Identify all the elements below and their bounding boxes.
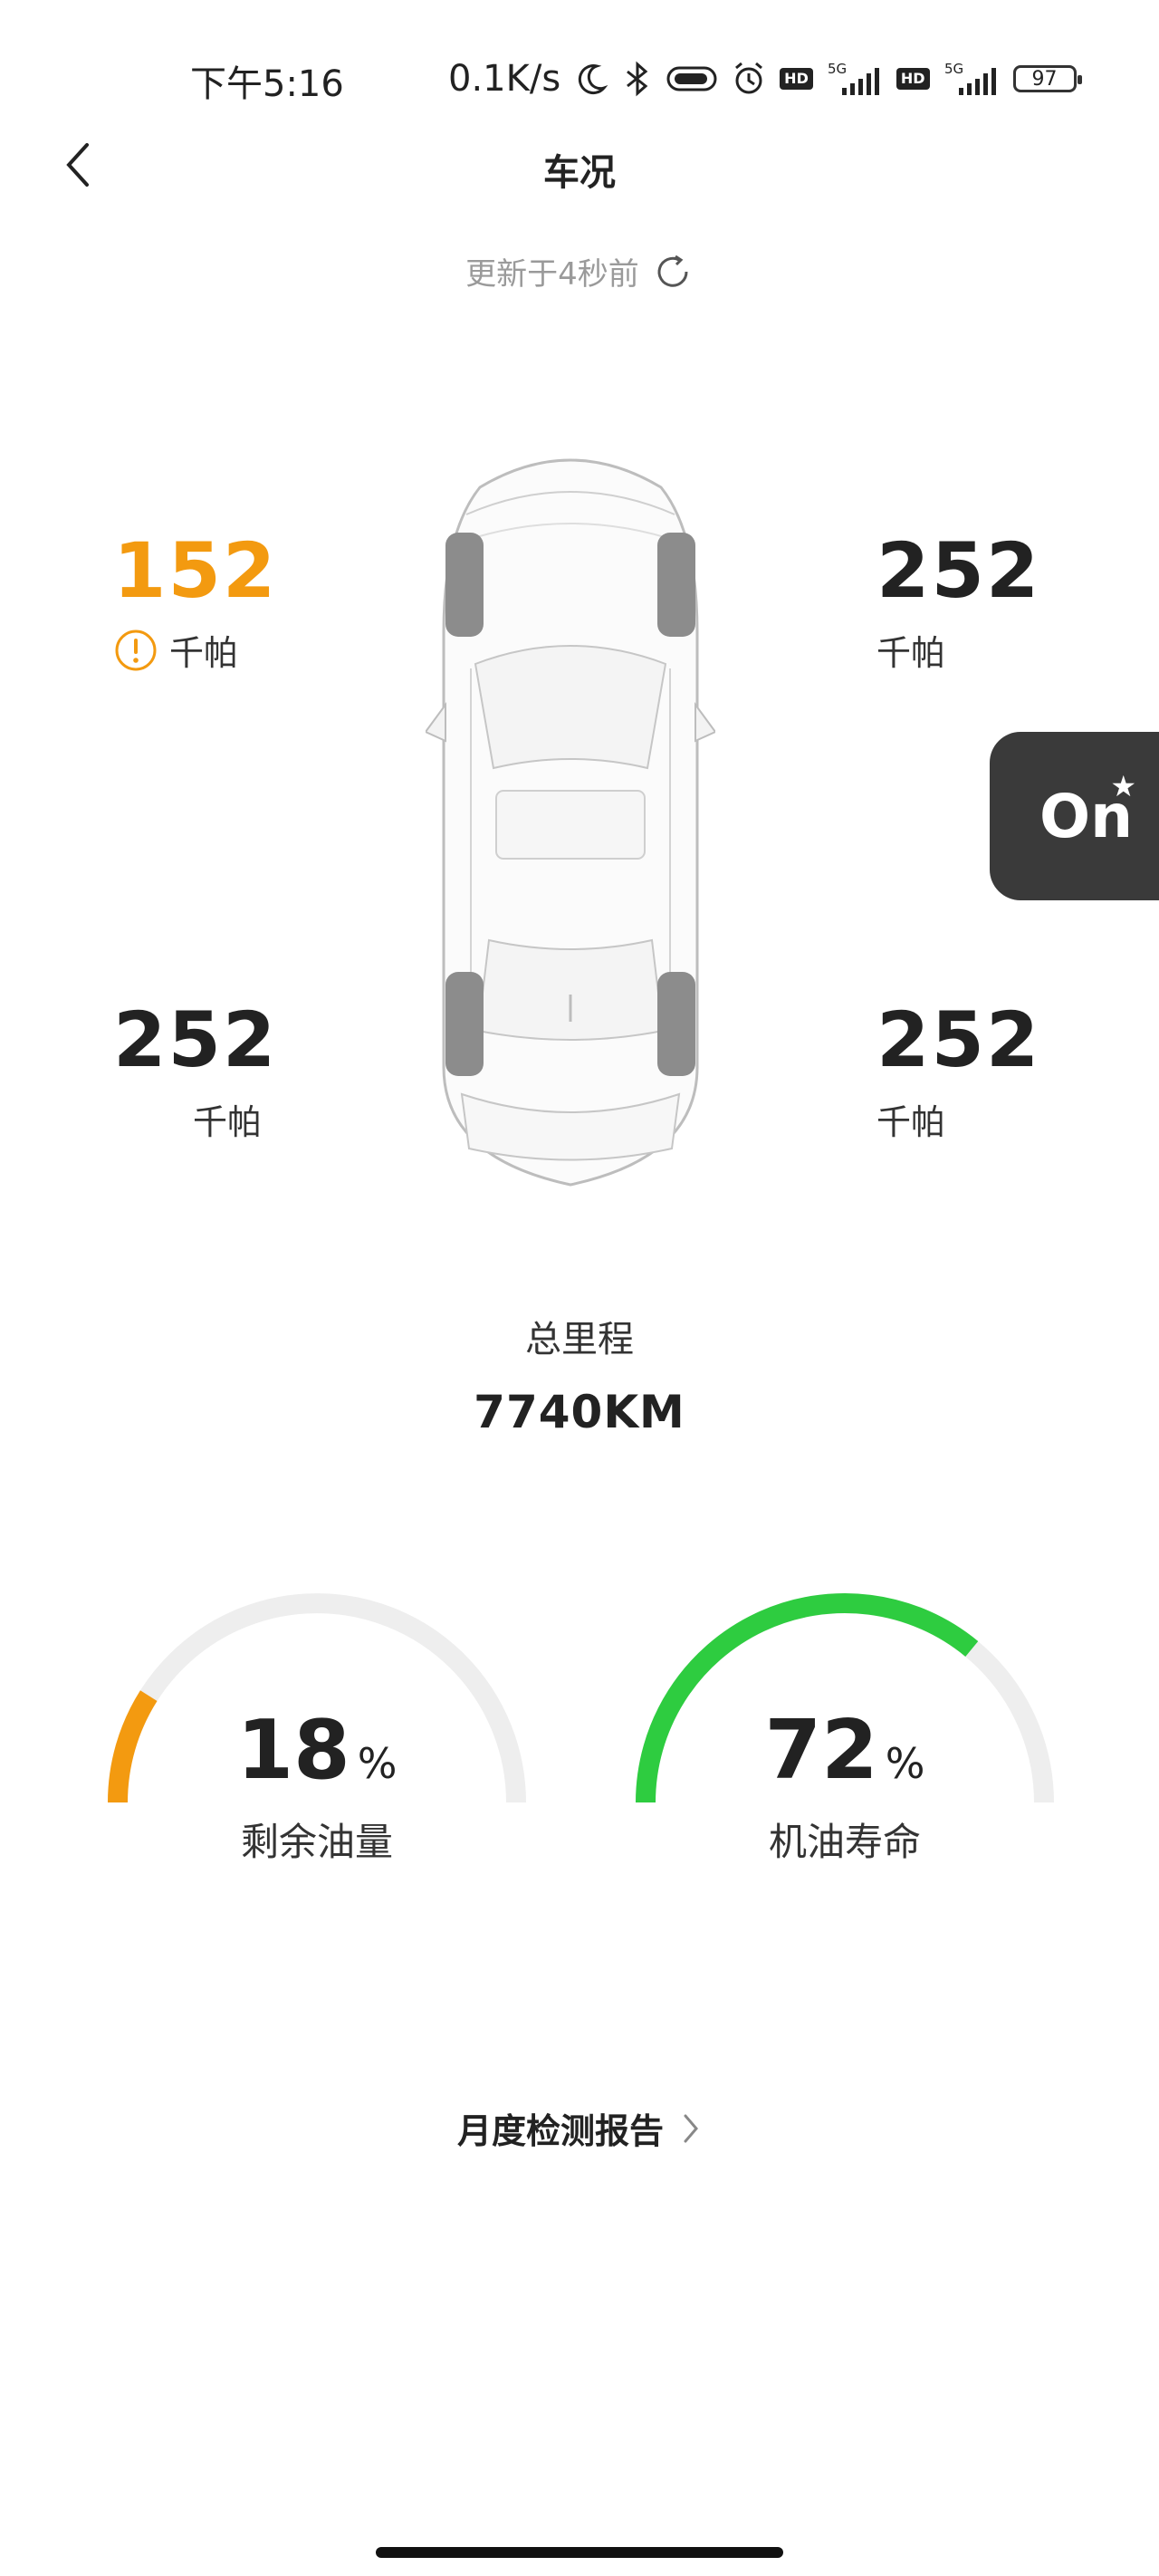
tire-front-left: 152 千帕 — [113, 533, 349, 675]
status-icons: 0.1K/s HD 5G HD 5G 97 — [448, 56, 1082, 101]
network-speed: 0.1K/s — [448, 58, 561, 100]
signal-icon-2: 5G — [943, 61, 1001, 97]
star-icon: ★ — [1110, 768, 1137, 803]
tire-pressure-value: 252 — [113, 995, 278, 1084]
status-bar: 下午5:16 0.1K/s HD 5G HD 5G 97 — [0, 0, 1159, 136]
oil-value: 72 — [764, 1703, 878, 1798]
page-title: 车况 — [543, 152, 616, 194]
alarm-icon — [731, 61, 767, 97]
home-indicator[interactable] — [376, 2547, 783, 2558]
tire-unit: 千帕 — [876, 1102, 946, 1142]
update-status: 更新于4秒前 — [0, 249, 1159, 293]
tire-front-right: 252 千帕 — [876, 533, 1112, 675]
svg-text:5G: 5G — [828, 61, 847, 77]
tire-unit-row: 千帕 — [876, 1094, 1112, 1144]
chevron-right-icon — [684, 2114, 698, 2142]
oil-label: 机油寿命 — [768, 1820, 921, 1864]
on-label: On ★ — [1039, 769, 1136, 851]
tire-unit: 千帕 — [169, 633, 239, 673]
bluetooth-icon — [622, 61, 653, 97]
oil-life-gauge: 72% 机油寿命 — [609, 1576, 1080, 1920]
tire-rear-left: 252 千帕 — [113, 1002, 349, 1144]
mileage-label: 总里程 — [525, 1319, 634, 1360]
on-floating-button[interactable]: On ★ — [990, 732, 1159, 900]
tire-pressure-value: 252 — [876, 995, 1041, 1084]
toggle-icon — [666, 61, 718, 97]
tire-rear-right: 252 千帕 — [876, 1002, 1112, 1144]
tire-unit-row: 千帕 — [113, 1094, 349, 1144]
fuel-value-row: 18% — [81, 1703, 552, 1798]
mileage-value: 7740KM — [474, 1386, 685, 1438]
oil-unit: % — [885, 1739, 925, 1788]
oil-value-row: 72% — [609, 1703, 1080, 1798]
svg-text:5G: 5G — [944, 61, 963, 77]
car-top-view-image — [424, 433, 717, 1194]
tire-pressure-value: 252 — [876, 526, 1041, 615]
fuel-value: 18 — [236, 1703, 350, 1798]
tire-unit: 千帕 — [876, 633, 946, 673]
fuel-label: 剩余油量 — [240, 1820, 393, 1864]
monthly-report-label: 月度检测报告 — [456, 2111, 664, 2151]
monthly-report-link[interactable]: 月度检测报告 — [0, 2103, 1159, 2153]
status-time: 下午5:16 — [190, 63, 344, 105]
fuel-gauge: 18% 剩余油量 — [81, 1576, 552, 1920]
battery-icon: 97 — [1012, 65, 1082, 92]
update-time-text: 更新于4秒前 — [465, 256, 639, 293]
signal-icon: 5G — [826, 61, 884, 97]
fuel-unit: % — [357, 1739, 398, 1788]
warning-icon — [113, 628, 158, 673]
tire-pressure-value: 152 — [113, 526, 278, 615]
refresh-icon[interactable] — [652, 251, 694, 293]
moon-icon — [573, 61, 609, 97]
hd-badge: HD — [780, 68, 813, 90]
vehicle-status-page: 下午5:16 0.1K/s HD 5G HD 5G 97 车况 更新于4秒前 1… — [0, 0, 1159, 2576]
hd-badge-2: HD — [896, 68, 930, 90]
tire-unit: 千帕 — [193, 1102, 263, 1142]
tire-unit-row: 千帕 — [113, 625, 349, 675]
tire-unit-row: 千帕 — [876, 625, 1112, 675]
